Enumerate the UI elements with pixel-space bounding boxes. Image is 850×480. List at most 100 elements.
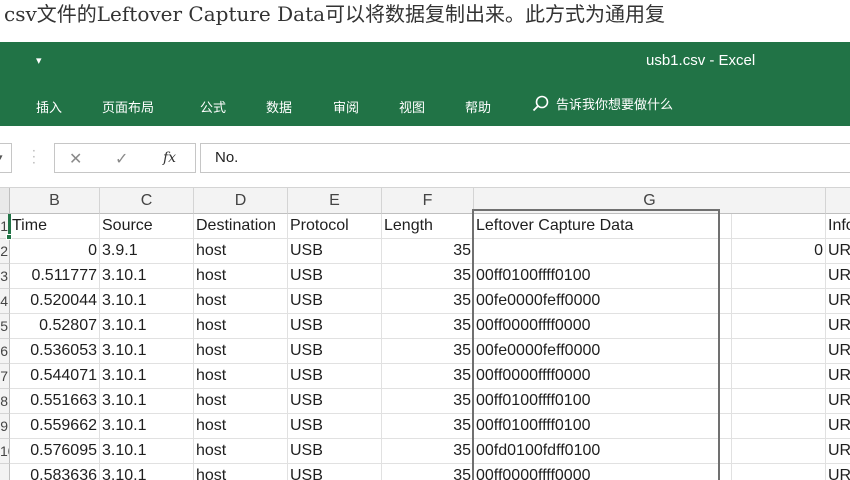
header-cell[interactable]: Info (826, 214, 850, 239)
table-cell[interactable]: 35 (382, 414, 474, 439)
tab-review[interactable]: 审阅 (333, 97, 359, 116)
table-cell[interactable] (732, 364, 826, 389)
table-cell[interactable]: 00ff0100ffff0100 (474, 264, 732, 289)
table-cell[interactable]: 3.10.1 (100, 464, 194, 480)
table-cell[interactable]: USB (288, 439, 382, 464)
table-cell[interactable]: host (194, 339, 288, 364)
table-cell[interactable]: URB (826, 439, 850, 464)
tab-help[interactable]: 帮助 (465, 97, 491, 116)
table-cell[interactable]: 00ff0000ffff0000 (474, 314, 732, 339)
header-cell[interactable]: Source (100, 214, 194, 239)
table-cell[interactable]: URB (826, 264, 850, 289)
table-cell[interactable] (732, 264, 826, 289)
tab-data[interactable]: 数据 (266, 97, 292, 116)
table-cell[interactable] (732, 314, 826, 339)
table-cell[interactable]: 0 (10, 239, 100, 264)
tab-view[interactable]: 视图 (399, 97, 425, 116)
table-cell[interactable]: USB (288, 289, 382, 314)
table-cell[interactable]: host (194, 414, 288, 439)
cancel-icon[interactable]: ✕ (69, 149, 82, 168)
table-cell[interactable]: 3.9.1 (100, 239, 194, 264)
tab-formulas[interactable]: 公式 (200, 97, 226, 116)
table-cell[interactable]: host (194, 289, 288, 314)
table-cell[interactable]: URB (826, 339, 850, 364)
table-cell[interactable]: 0.520044 (10, 289, 100, 314)
table-cell[interactable] (732, 339, 826, 364)
table-cell[interactable]: USB (288, 239, 382, 264)
table-cell[interactable]: 0.559662 (10, 414, 100, 439)
table-cell[interactable]: USB (288, 364, 382, 389)
table-cell[interactable]: host (194, 389, 288, 414)
table-cell[interactable]: 00ff0000ffff0000 (474, 464, 732, 480)
header-cell[interactable] (732, 214, 826, 239)
table-cell[interactable]: 35 (382, 314, 474, 339)
table-cell[interactable]: USB (288, 314, 382, 339)
table-cell[interactable]: 35 (382, 364, 474, 389)
table-cell[interactable]: URB (826, 414, 850, 439)
table-cell[interactable]: 00ff0000ffff0000 (474, 364, 732, 389)
table-cell[interactable]: 0.551663 (10, 389, 100, 414)
table-cell[interactable]: URB (826, 389, 850, 414)
table-cell[interactable]: USB (288, 389, 382, 414)
table-cell[interactable]: 3.10.1 (100, 364, 194, 389)
table-cell[interactable]: host (194, 264, 288, 289)
table-cell[interactable]: URB (826, 464, 850, 480)
row-header[interactable]: 6 (0, 339, 10, 364)
table-cell[interactable] (732, 464, 826, 480)
table-cell[interactable]: host (194, 314, 288, 339)
header-cell[interactable]: Destination (194, 214, 288, 239)
table-cell[interactable]: 00ff0100ffff0100 (474, 389, 732, 414)
table-cell[interactable]: URB (826, 289, 850, 314)
tell-me-search[interactable]: 告诉我你想要做什么 (532, 94, 673, 113)
table-cell[interactable]: USB (288, 339, 382, 364)
row-header[interactable]: 8 (0, 389, 10, 414)
table-cell[interactable]: host (194, 464, 288, 480)
row-header[interactable]: 7 (0, 364, 10, 389)
table-cell[interactable]: URB (826, 239, 850, 264)
column-header-c[interactable]: C (100, 188, 194, 214)
column-header-b[interactable]: B (10, 188, 100, 214)
table-cell[interactable]: 35 (382, 239, 474, 264)
column-header-d[interactable]: D (194, 188, 288, 214)
table-cell[interactable] (474, 239, 732, 264)
table-cell[interactable]: 35 (382, 464, 474, 480)
table-cell[interactable] (732, 439, 826, 464)
table-cell[interactable]: 3.10.1 (100, 439, 194, 464)
table-cell[interactable]: 0.536053 (10, 339, 100, 364)
formula-bar-grip-icon[interactable]: · · · (32, 145, 36, 169)
table-cell[interactable]: 0 (732, 239, 826, 264)
row-header[interactable] (0, 464, 10, 480)
table-cell[interactable]: 35 (382, 289, 474, 314)
row-header[interactable]: 3 (0, 264, 10, 289)
header-cell[interactable]: Length (382, 214, 474, 239)
column-header-g[interactable]: G (474, 188, 826, 214)
row-header[interactable]: 10 (0, 439, 10, 464)
fill-handle[interactable] (6, 234, 12, 240)
table-cell[interactable]: 00fe0000feff0000 (474, 289, 732, 314)
table-cell[interactable]: USB (288, 414, 382, 439)
column-header-f[interactable]: F (382, 188, 474, 214)
row-header[interactable]: 4 (0, 289, 10, 314)
table-cell[interactable]: 35 (382, 264, 474, 289)
table-cell[interactable]: host (194, 364, 288, 389)
quick-access-dropdown-icon[interactable]: ▾ (36, 54, 42, 67)
table-cell[interactable]: 35 (382, 339, 474, 364)
table-cell[interactable]: 0.583636 (10, 464, 100, 480)
enter-icon[interactable]: ✓ (115, 149, 128, 168)
table-cell[interactable]: host (194, 439, 288, 464)
row-header[interactable]: 2 (0, 239, 10, 264)
table-cell[interactable]: 3.10.1 (100, 389, 194, 414)
table-cell[interactable]: 00ff0100ffff0100 (474, 414, 732, 439)
table-cell[interactable]: 0.576095 (10, 439, 100, 464)
table-cell[interactable]: 3.10.1 (100, 339, 194, 364)
table-cell[interactable]: 35 (382, 439, 474, 464)
table-cell[interactable]: 3.10.1 (100, 289, 194, 314)
table-cell[interactable]: URB (826, 314, 850, 339)
table-cell[interactable]: USB (288, 464, 382, 480)
table-cell[interactable]: 00fd0100fdff0100 (474, 439, 732, 464)
name-box-dropdown-icon[interactable]: ▾ (0, 153, 3, 163)
table-cell[interactable]: 35 (382, 389, 474, 414)
table-cell[interactable]: 0.511777 (10, 264, 100, 289)
table-cell[interactable] (732, 389, 826, 414)
insert-function-icon[interactable]: fx (163, 150, 176, 166)
